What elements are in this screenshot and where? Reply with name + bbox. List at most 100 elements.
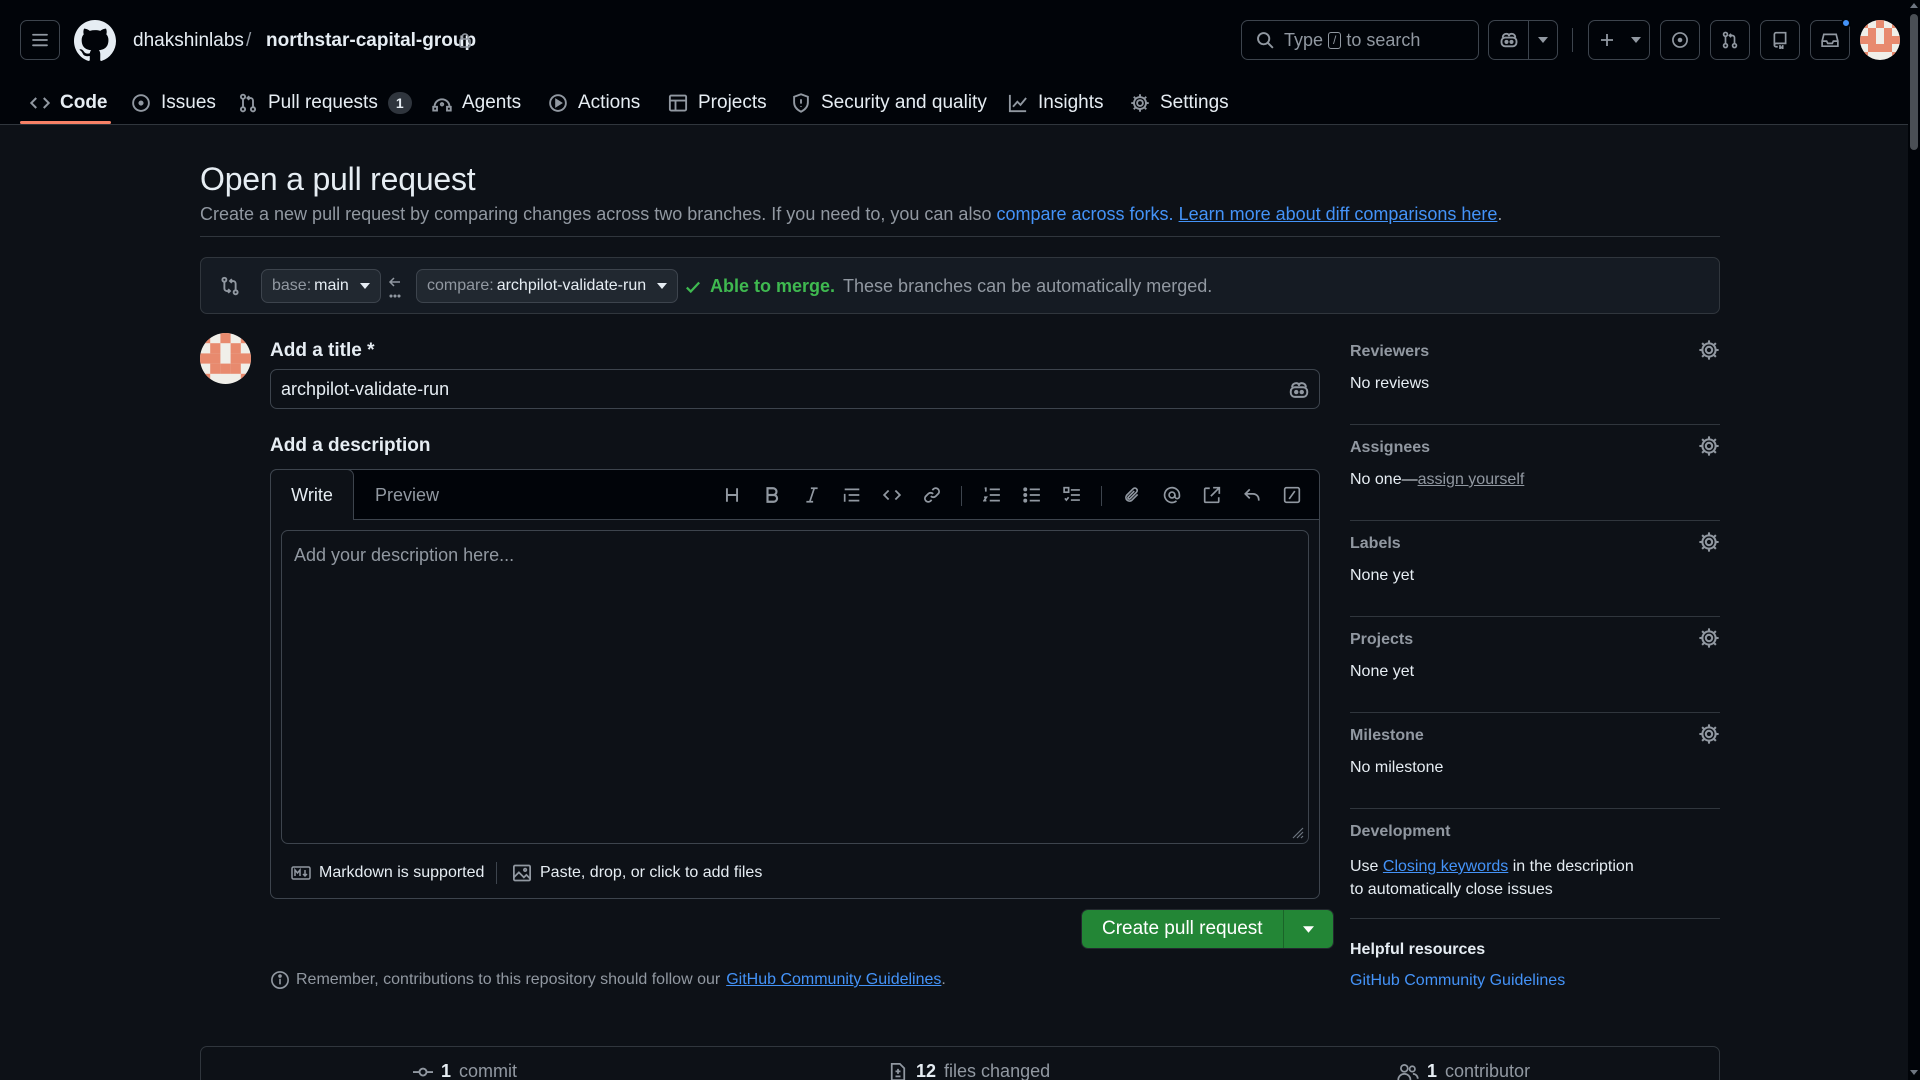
play-icon xyxy=(549,93,567,112)
heading-icon[interactable] xyxy=(721,484,743,506)
plus-icon xyxy=(1601,34,1613,46)
assignees-value: No one—assign yourself xyxy=(1350,471,1524,489)
mention-icon[interactable] xyxy=(1161,484,1183,506)
graph-icon xyxy=(1008,94,1027,112)
breadcrumb-owner[interactable]: dhakshinlabs xyxy=(133,30,244,52)
assign-yourself-link[interactable]: assign yourself xyxy=(1418,471,1525,488)
link-icon[interactable] xyxy=(921,484,943,506)
attach-icon[interactable] xyxy=(1121,484,1143,506)
markdown-icon xyxy=(291,866,311,880)
tab-write[interactable]: Write xyxy=(270,469,354,520)
task-list-icon[interactable] xyxy=(1061,484,1083,506)
app-header: dhakshinlabs / northstar-capital-group T… xyxy=(0,0,1908,125)
create-pull-request-options-button[interactable] xyxy=(1282,910,1333,948)
assignees-none: No one— xyxy=(1350,471,1418,488)
resize-grip-icon[interactable] xyxy=(1290,825,1304,839)
tab-preview[interactable]: Preview xyxy=(357,470,457,521)
notification-indicator xyxy=(1841,18,1851,28)
issues-button[interactable] xyxy=(1660,20,1700,60)
scroll-down-icon[interactable] xyxy=(1910,1068,1918,1076)
labels-heading: Labels xyxy=(1350,535,1401,552)
tab-label: Code xyxy=(60,91,108,113)
title-input[interactable]: archpilot-validate-run xyxy=(270,369,1320,409)
bold-icon[interactable] xyxy=(761,484,783,506)
base-branch-select[interactable]: base: main xyxy=(261,269,381,303)
unordered-list-icon[interactable] xyxy=(1021,484,1043,506)
compare-branch-select[interactable]: compare: archpilot-validate-run xyxy=(416,269,679,303)
create-new-button[interactable] xyxy=(1588,20,1650,60)
copilot-icon[interactable] xyxy=(1288,379,1310,401)
files-changed-stat[interactable]: 12 files changed xyxy=(888,1061,1050,1080)
tab-settings[interactable]: Settings xyxy=(1130,80,1229,125)
reply-icon[interactable] xyxy=(1241,484,1263,506)
author-avatar[interactable] xyxy=(200,333,251,384)
attach-note: Paste, drop, or click to add files xyxy=(540,864,763,881)
create-pull-request-button[interactable]: Create pull request xyxy=(1082,910,1283,948)
gear-icon[interactable] xyxy=(1698,627,1720,649)
copilot-button-group xyxy=(1488,20,1558,60)
compare-across-forks-link[interactable]: compare across forks. xyxy=(996,204,1173,224)
intro-text: Create a new pull request by comparing c… xyxy=(200,204,992,224)
tab-insights[interactable]: Insights xyxy=(1008,80,1103,125)
tab-pull-requests[interactable]: Pull requests 1 xyxy=(238,80,412,125)
git-compare-icon xyxy=(221,276,239,296)
title-input-value: archpilot-validate-run xyxy=(281,378,450,399)
merge-status: Able to merge. These branches can be aut… xyxy=(684,276,1212,297)
search-placeholder-post: to search xyxy=(1346,29,1421,50)
reviewers-section: Reviewers No reviews xyxy=(1350,340,1720,425)
tab-agents[interactable]: Agents xyxy=(432,80,521,125)
quote-icon[interactable] xyxy=(841,484,863,506)
copilot-menu-button[interactable] xyxy=(1529,21,1557,59)
title-divider xyxy=(200,236,1720,237)
check-icon xyxy=(686,281,701,293)
commits-stat[interactable]: 1 commit xyxy=(413,1061,517,1080)
community-guidelines-sidebar-link[interactable]: GitHub Community Guidelines xyxy=(1350,972,1720,990)
community-guidelines-link[interactable]: GitHub Community Guidelines xyxy=(726,971,941,989)
ordered-list-icon[interactable] xyxy=(981,484,1003,506)
search-placeholder-pre: Type xyxy=(1284,29,1324,50)
user-avatar[interactable] xyxy=(1860,20,1900,60)
gear-icon[interactable] xyxy=(1698,531,1720,553)
copilot-button[interactable] xyxy=(1489,21,1528,59)
slash-command-icon[interactable] xyxy=(1281,484,1303,506)
editor-footer: Markdown is supported Paste, drop, or cl… xyxy=(271,848,1319,898)
development-heading: Development xyxy=(1350,823,1451,840)
breadcrumb-repo[interactable]: northstar-capital-group xyxy=(266,30,476,52)
add-files-button[interactable]: Paste, drop, or click to add files xyxy=(512,863,762,883)
projects-heading: Projects xyxy=(1350,631,1414,648)
italic-icon[interactable] xyxy=(801,484,823,506)
issue-opened-icon xyxy=(132,93,150,112)
pull-requests-button[interactable] xyxy=(1710,20,1750,60)
gear-icon[interactable] xyxy=(1698,723,1720,745)
markdown-supported-link[interactable]: Markdown is supported xyxy=(291,863,484,883)
tab-code[interactable]: Code xyxy=(30,80,108,125)
hamburger-menu-button[interactable] xyxy=(20,20,60,60)
copilot-icon xyxy=(1500,32,1518,48)
repositories-button[interactable] xyxy=(1760,20,1800,60)
development-section: Development Use Closing keywords in the … xyxy=(1350,823,1720,919)
chevron-down-icon xyxy=(1302,925,1314,933)
projects-value: None yet xyxy=(1350,663,1415,680)
tab-issues[interactable]: Issues xyxy=(131,80,216,125)
scroll-up-icon[interactable] xyxy=(1910,2,1918,10)
description-textarea[interactable]: Add your description here... xyxy=(281,530,1309,844)
search-input[interactable]: Type / to search xyxy=(1241,20,1479,60)
tab-actions[interactable]: Actions xyxy=(548,80,640,125)
search-icon xyxy=(1257,32,1274,49)
github-logo-icon[interactable] xyxy=(74,20,116,62)
reference-icon[interactable] xyxy=(1201,484,1223,506)
tab-label: Settings xyxy=(1160,91,1229,113)
gear-icon[interactable] xyxy=(1698,339,1720,361)
scrollbar-thumb[interactable] xyxy=(1910,14,1918,150)
tab-security[interactable]: Security and quality xyxy=(791,80,987,125)
tab-label: Security and quality xyxy=(821,91,987,113)
gear-icon[interactable] xyxy=(1698,435,1720,457)
code-icon[interactable] xyxy=(881,484,903,506)
contribution-reminder: Remember, contributions to this reposito… xyxy=(270,970,946,990)
base-value: main xyxy=(314,277,349,294)
learn-more-link[interactable]: Learn more about diff comparisons here xyxy=(1179,204,1498,224)
closing-keywords-link[interactable]: Closing keywords xyxy=(1383,858,1508,875)
contributors-stat[interactable]: 1 contributor xyxy=(1397,1061,1530,1080)
tab-projects[interactable]: Projects xyxy=(668,80,767,125)
page-scrollbar[interactable] xyxy=(1908,0,1920,1080)
